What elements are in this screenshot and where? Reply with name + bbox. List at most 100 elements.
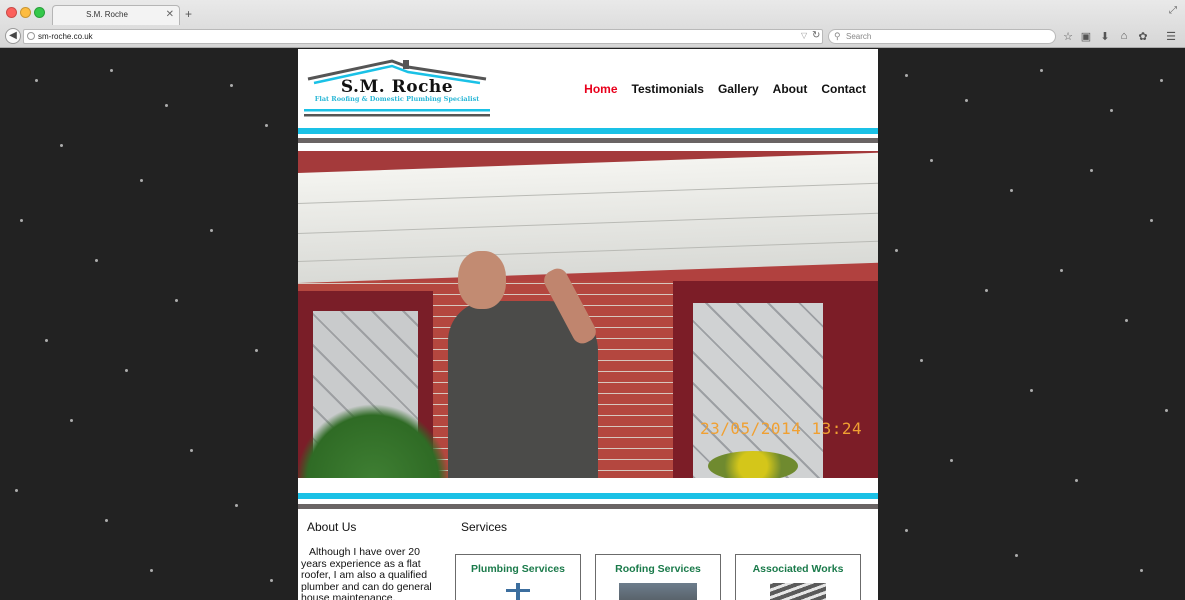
service-label[interactable]: Plumbing Services [456,563,580,575]
background-star [965,99,968,102]
background-star [255,349,258,352]
page-viewport: S.M. Roche Flat Roofing & Domestic Plumb… [0,49,1185,600]
background-star [1165,409,1168,412]
site-identity-icon[interactable] [27,32,35,40]
nav-about[interactable]: About [773,82,808,96]
tab-title: S.M. Roche [86,10,128,19]
service-label[interactable]: Associated Works [736,563,860,575]
background-star [895,249,898,252]
reload-icon[interactable]: ↻ [812,30,820,41]
close-window-button[interactable] [6,7,17,18]
background-star [15,489,18,492]
new-tab-button[interactable]: + [185,7,192,21]
back-button[interactable]: ◀ [5,28,21,44]
background-star [20,219,23,222]
background-star [1125,319,1128,322]
search-icon: ⚲ [834,31,841,41]
url-text[interactable]: sm-roche.co.uk [38,32,93,41]
content-divider-grey [298,504,878,509]
background-star [95,259,98,262]
bookmark-star-icon[interactable]: ☆ [1061,30,1075,43]
background-star [1150,219,1153,222]
background-star [140,179,143,182]
background-star [1160,79,1163,82]
background-star [1110,109,1113,112]
background-star [35,79,38,82]
background-star [950,459,953,462]
background-star [230,84,233,87]
background-star [175,299,178,302]
history-dropdown-icon[interactable]: ▽ [801,31,807,40]
background-star [110,69,113,72]
nav-gallery[interactable]: Gallery [718,82,759,96]
background-star [905,529,908,532]
photo-fascia-board [298,152,878,283]
background-star [60,144,63,147]
address-bar[interactable]: sm-roche.co.uk ▽ ↻ [23,29,823,44]
background-star [150,569,153,572]
photo-right-window [673,281,878,478]
background-star [920,359,923,362]
extension-icon[interactable]: ✿ [1136,30,1150,43]
home-icon[interactable]: ⌂ [1117,30,1131,42]
photo-shrub [298,401,448,478]
background-star [1075,479,1078,482]
service-card-plumbing[interactable]: Plumbing Services [455,554,581,600]
search-input[interactable]: ⚲ Search [828,29,1056,44]
background-star [1015,554,1018,557]
photo-fascia-line [298,240,878,262]
background-star [165,104,168,107]
logo-subtitle: Flat Roofing & Domestic Plumbing Special… [314,95,480,103]
background-star [70,419,73,422]
background-star [210,229,213,232]
background-star [1030,389,1033,392]
close-tab-icon[interactable]: ✕ [166,9,174,20]
nav-home[interactable]: Home [584,82,617,96]
associated-works-thumbnail [770,583,826,600]
about-heading: About Us [307,520,357,534]
content-divider-blue [298,493,878,499]
header-divider-blue [298,128,878,134]
background-star [1040,69,1043,72]
background-star [45,339,48,342]
background-star [1140,569,1143,572]
photo-flowers [708,451,798,478]
background-star [905,74,908,77]
service-card-roofing[interactable]: Roofing Services [595,554,721,600]
reading-list-icon[interactable]: ▣ [1079,30,1093,43]
background-star [1090,169,1093,172]
photo-fascia-line [298,182,878,204]
services-heading: Services [461,520,508,534]
roofing-thumbnail [619,583,697,600]
hero-photo: 23/05/2014 13:24 [298,151,878,478]
background-star [1060,269,1063,272]
background-star [930,159,933,162]
header-divider-grey [298,138,878,143]
menu-icon[interactable]: ☰ [1164,30,1178,43]
background-star [985,289,988,292]
photo-person-head [458,251,506,309]
plumbing-pipe-icon [506,583,530,600]
background-star [190,449,193,452]
search-placeholder[interactable]: Search [846,32,871,41]
site-logo[interactable]: S.M. Roche Flat Roofing & Domestic Plumb… [304,57,490,119]
browser-tab[interactable]: S.M. Roche ✕ [52,5,180,25]
fullscreen-icon[interactable]: ⤢ [1169,5,1177,16]
nav-testimonials[interactable]: Testimonials [632,82,704,96]
nav-contact[interactable]: Contact [821,82,866,96]
logo-title: S.M. Roche [340,77,454,97]
background-star [235,504,238,507]
background-star [270,579,273,582]
background-star [125,369,128,372]
background-star [105,519,108,522]
zoom-window-button[interactable] [34,7,45,18]
service-label[interactable]: Roofing Services [596,563,720,575]
photo-timestamp: 23/05/2014 13:24 [700,419,863,438]
minimize-window-button[interactable] [20,7,31,18]
background-star [265,124,268,127]
photo-fascia-line [298,212,878,234]
service-card-associated[interactable]: Associated Works [735,554,861,600]
about-text: Although I have over 20 years experience… [301,546,432,600]
browser-chrome: S.M. Roche ✕ + ⤢ ◀ sm-roche.co.uk ▽ ↻ ⚲ … [0,0,1185,48]
download-icon[interactable]: ⬇ [1098,30,1112,43]
